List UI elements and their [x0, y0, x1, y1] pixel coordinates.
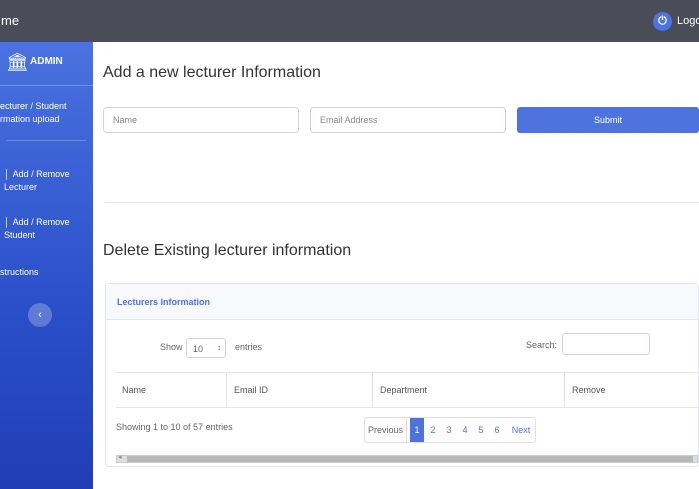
- power-icon[interactable]: ⏻: [653, 12, 672, 31]
- search-input[interactable]: [562, 333, 650, 355]
- scroll-left-icon[interactable]: ◂: [118, 453, 122, 461]
- scrollbar-thumb[interactable]: [127, 456, 693, 462]
- sidebar-item-label: structions: [0, 267, 39, 277]
- list-icon: │: [4, 217, 10, 227]
- sidebar-item-label-line2: rmation upload: [0, 114, 60, 124]
- sidebar-item-instructions[interactable]: structions: [0, 266, 93, 279]
- column-header-email[interactable]: Email ID: [234, 385, 268, 395]
- pagination-page-3[interactable]: 3: [442, 418, 456, 442]
- submit-button[interactable]: Submit: [517, 107, 699, 133]
- sidebar-item-upload[interactable]: ecturer / Student rmation upload: [0, 100, 93, 126]
- sidebar-item-label: Add / Remove Student: [4, 217, 70, 240]
- entries-select[interactable]: 10 ↕: [186, 338, 226, 358]
- pagination-page-5[interactable]: 5: [474, 418, 488, 442]
- sidebar-item-add-remove-student[interactable]: │ Add / Remove Student: [4, 216, 97, 242]
- search-label: Search:: [526, 340, 558, 350]
- logout-label[interactable]: Logout: [677, 15, 699, 27]
- chevron-left-icon[interactable]: ‹: [38, 309, 42, 321]
- sidebar-item-label: Add / Remove Lecturer: [4, 169, 70, 192]
- pagination-page-2[interactable]: 2: [426, 418, 440, 442]
- pagination-previous[interactable]: Previous: [365, 418, 407, 442]
- table-header: Name Email ID Department Remove: [116, 372, 698, 408]
- add-lecturer-heading: Add a new lecturer Information: [103, 64, 321, 81]
- card-header: Lecturers Information: [106, 284, 698, 320]
- university-icon: 🏛: [6, 52, 29, 72]
- pagination: Previous 1 2 3 4 5 6 Next: [364, 417, 536, 443]
- card-title: Lecturers Information: [117, 297, 211, 307]
- horizontal-scrollbar[interactable]: ◂: [116, 453, 698, 463]
- column-header-department[interactable]: Department: [380, 385, 427, 395]
- sidebar-toggle-button[interactable]: ‹: [28, 303, 52, 327]
- sidebar: 🏛 ADMIN ecturer / Student rmation upload…: [0, 42, 93, 489]
- pagination-next[interactable]: Next: [508, 418, 534, 442]
- sidebar-brand-label: ADMIN: [30, 56, 63, 67]
- sidebar-brand[interactable]: 🏛 ADMIN: [0, 42, 93, 86]
- show-label: Show: [160, 342, 183, 352]
- topbar: me ⏻ Logout: [0, 0, 699, 42]
- main-content: Add a new lecturer Information Name Emai…: [93, 42, 699, 489]
- column-separator: [226, 373, 227, 407]
- entries-label: entries: [235, 342, 263, 352]
- lecturers-table-card: Lecturers Information Show 10 ↕ entries …: [105, 283, 699, 467]
- list-icon: │: [4, 169, 10, 179]
- table-info: Showing 1 to 10 of 57 entries: [116, 422, 233, 432]
- name-input[interactable]: Name: [103, 107, 299, 133]
- app-title: me: [1, 13, 20, 28]
- column-header-remove[interactable]: Remove: [572, 385, 606, 395]
- sidebar-item-add-remove-lecturer[interactable]: │ Add / Remove Lecturer: [4, 168, 97, 194]
- column-separator: [372, 373, 373, 407]
- select-arrows-icon: ↕: [217, 343, 221, 352]
- sidebar-divider: [6, 140, 86, 141]
- logout-button[interactable]: ⏻ Logout: [653, 12, 699, 32]
- sidebar-item-label-line1: ecturer / Student: [0, 101, 67, 111]
- section-divider: [105, 202, 699, 203]
- pagination-page-1[interactable]: 1: [410, 418, 424, 442]
- email-input[interactable]: Email Address: [310, 107, 506, 133]
- pagination-page-4[interactable]: 4: [458, 418, 472, 442]
- column-header-name[interactable]: Name: [122, 385, 146, 395]
- entries-select-value: 10: [193, 344, 204, 354]
- delete-lecturer-heading: Delete Existing lecturer information: [103, 242, 352, 259]
- pagination-page-6[interactable]: 6: [490, 418, 504, 442]
- column-separator: [564, 373, 565, 407]
